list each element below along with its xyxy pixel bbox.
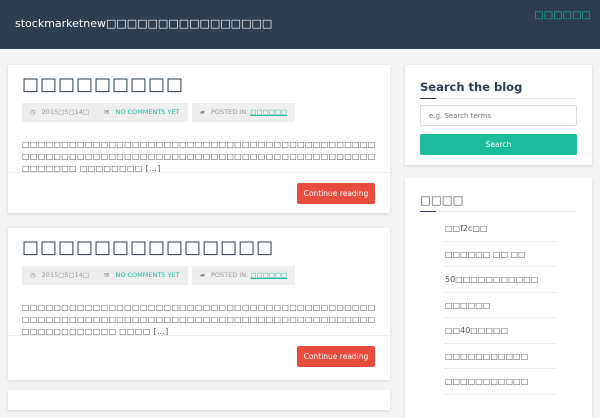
folder-icon: ▰: [200, 108, 205, 116]
continue-reading-button[interactable]: Continue reading: [297, 346, 375, 367]
title-underline: [420, 211, 577, 212]
post-category: ▰ POSTED IN: □□□□□□: [192, 266, 296, 285]
site-title[interactable]: stockmarketnew□□□□□□□□□□□□□□□□: [15, 17, 272, 30]
post-comments[interactable]: ✉ NO COMMENTS YET: [96, 103, 188, 122]
search-input[interactable]: [420, 105, 577, 126]
comments-link[interactable]: NO COMMENTS YET: [115, 271, 179, 279]
post-card: □□□□□□□□□□□□□□ ◷ 2015□5□14□ ✉ NO COMMENTS …: [8, 228, 390, 380]
site-header: stockmarketnew□□□□□□□□□□□□□□□□ □□□□□□: [0, 0, 600, 49]
category-link[interactable]: □□□□□□: [250, 271, 287, 279]
search-widget-title: Search the blog: [420, 80, 523, 94]
clock-icon: ◷: [30, 108, 36, 116]
divider: [8, 172, 390, 173]
posted-in-label: POSTED IN:: [211, 271, 249, 279]
post-date: ◷ 2015□5□14□: [22, 103, 98, 122]
recent-post-link[interactable]: □□□□□□ □□ □□: [445, 242, 557, 267]
recent-posts-title: □□□□: [420, 193, 464, 207]
post-comments[interactable]: ✉ NO COMMENTS YET: [96, 266, 188, 285]
clock-icon: ◷: [30, 271, 36, 279]
date-text: 2015□5□14□: [41, 108, 90, 116]
post-excerpt: □□□□□□□□□□□□□□□□□□□□□□□□□□□□□□□□□□□□□□□□…: [22, 140, 376, 173]
comments-link[interactable]: NO COMMENTS YET: [115, 108, 179, 116]
category-link[interactable]: □□□□□□: [250, 108, 287, 116]
continue-reading-button[interactable]: Continue reading: [297, 183, 375, 204]
recent-post-link[interactable]: □□□□□□: [445, 293, 557, 318]
search-button[interactable]: Search: [420, 134, 577, 155]
date-text: 2015□5□14□: [41, 271, 90, 279]
post-card: □□□□□□□□□ ◷ 2015□5□14□ ✉ NO COMMENTS YET ▰…: [8, 65, 390, 213]
recent-posts-widget: □□□□ □□f2c□□ □□□□□□ □□ □□ 50□□□□□□□□□□□ …: [405, 178, 592, 418]
nav-link[interactable]: □□□□□□: [534, 10, 591, 21]
comments-icon: ✉: [104, 271, 110, 279]
search-widget: Search the blog Search: [405, 65, 592, 165]
title-underline: [420, 98, 577, 99]
recent-post-link[interactable]: 50□□□□□□□□□□□: [445, 267, 557, 293]
recent-post-link[interactable]: □□□□□□□□□□□: [445, 369, 557, 395]
divider: [8, 335, 390, 336]
recent-post-link[interactable]: □□f2c□□: [445, 216, 557, 242]
recent-posts-list: □□f2c□□ □□□□□□ □□ □□ 50□□□□□□□□□□□ □□□□□…: [445, 216, 557, 395]
recent-post-link[interactable]: □□40□□□□□: [445, 318, 557, 344]
folder-icon: ▰: [200, 271, 205, 279]
recent-post-link[interactable]: □□□□□□□□□□□: [445, 344, 557, 369]
posted-in-label: POSTED IN:: [211, 108, 249, 116]
post-excerpt: □□□□□□□□□□□□□□□□□□□□□□□□□□□□□□□□□□□□□□□□…: [22, 303, 376, 336]
comments-icon: ✉: [104, 108, 110, 116]
post-title[interactable]: □□□□□□□□□: [22, 74, 184, 95]
post-card: [8, 390, 390, 410]
post-category: ▰ POSTED IN: □□□□□□: [192, 103, 296, 122]
post-date: ◷ 2015□5□14□: [22, 266, 98, 285]
post-title[interactable]: □□□□□□□□□□□□□□: [22, 237, 274, 258]
